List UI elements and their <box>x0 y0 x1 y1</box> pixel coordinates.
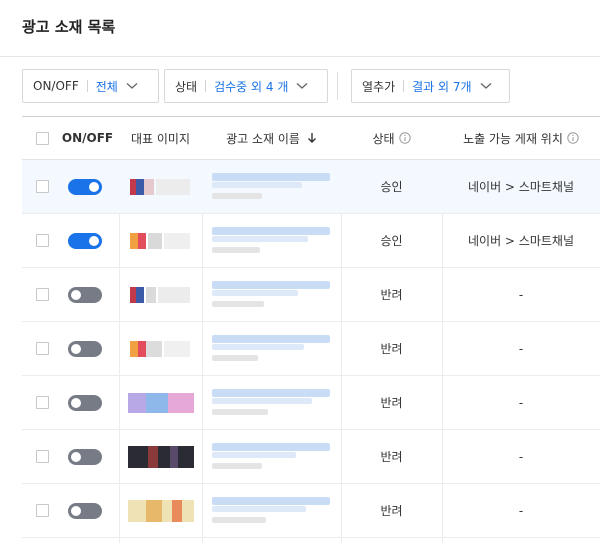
ad-name-cell[interactable] <box>212 173 332 203</box>
placement-cell: - <box>518 287 524 302</box>
status-cell: 반려 <box>380 504 403 518</box>
page-title: 광고 소재 목록 <box>22 18 116 36</box>
toggle-knob <box>71 398 81 408</box>
status-cell: 반려 <box>380 288 403 302</box>
select-all-checkbox[interactable] <box>36 132 49 145</box>
chevron-down-icon <box>126 82 138 90</box>
onoff-toggle[interactable] <box>68 341 102 357</box>
onoff-toggle[interactable] <box>68 179 102 195</box>
header-status-label: 상태 <box>372 131 395 146</box>
ad-thumbnail[interactable] <box>126 500 194 522</box>
onoff-toggle[interactable] <box>68 503 102 519</box>
ad-name-cell[interactable] <box>212 335 332 365</box>
toggle-knob <box>71 344 81 354</box>
table-row[interactable]: 승인 네이버 > 스마트채널 <box>22 214 600 268</box>
row-checkbox[interactable] <box>36 450 49 463</box>
row-checkbox[interactable] <box>36 342 49 355</box>
table-row[interactable]: 승인 네이버 > 스마트채널 <box>22 160 600 214</box>
status-cell: 승인 <box>380 180 403 194</box>
filter-group-divider <box>337 72 338 100</box>
chevron-down-icon <box>296 82 308 90</box>
header-name-sortable[interactable]: 광고 소재 이름 <box>202 117 341 159</box>
filter-value: 검수중 외 4 개 <box>214 79 289 94</box>
onoff-toggle[interactable] <box>68 233 102 249</box>
onoff-toggle[interactable] <box>68 449 102 465</box>
placement-cell: - <box>518 503 524 518</box>
ad-thumbnail[interactable] <box>126 341 194 357</box>
toggle-knob <box>71 506 81 516</box>
info-circle-icon[interactable] <box>567 132 579 144</box>
row-checkbox[interactable] <box>36 234 49 247</box>
toggle-knob <box>89 236 99 246</box>
ad-thumbnail[interactable] <box>126 179 194 195</box>
ad-thumbnail[interactable] <box>126 446 194 468</box>
ad-thumbnail[interactable] <box>126 233 194 249</box>
header-status: 상태 <box>341 117 442 159</box>
ad-creative-table: ON/OFF 대표 이미지 광고 소재 이름 상태 노출 가능 게재 위치 승인… <box>22 116 600 543</box>
table-row[interactable]: 반려 - <box>22 484 600 538</box>
placement-cell: - <box>518 449 524 464</box>
filter-value: 결과 외 7개 <box>412 79 472 94</box>
table-row[interactable]: 반려 - <box>22 376 600 430</box>
placement-cell: - <box>518 395 524 410</box>
filter-status[interactable]: 상태 검수중 외 4 개 <box>164 69 328 103</box>
filter-label: ON/OFF <box>33 79 79 93</box>
filter-divider <box>86 80 88 92</box>
filter-label: 열추가 <box>362 79 396 94</box>
filter-divider <box>403 80 405 92</box>
row-checkbox[interactable] <box>36 396 49 409</box>
onoff-toggle[interactable] <box>68 395 102 411</box>
ad-name-cell[interactable] <box>212 281 332 311</box>
ad-name-cell[interactable] <box>212 497 332 527</box>
arrow-down-icon <box>307 132 317 144</box>
table-row[interactable]: 반려 - <box>22 322 600 376</box>
filter-label: 상태 <box>175 79 198 94</box>
table-row[interactable]: 반려 - <box>22 430 600 484</box>
ad-thumbnail[interactable] <box>126 287 194 303</box>
chevron-down-icon <box>480 82 492 90</box>
filter-divider <box>205 80 207 92</box>
placement-cell: - <box>518 341 524 356</box>
info-circle-icon[interactable] <box>398 132 411 144</box>
table-header: ON/OFF 대표 이미지 광고 소재 이름 상태 노출 가능 게재 위치 <box>22 117 600 160</box>
toggle-knob <box>71 290 81 300</box>
toggle-knob <box>89 182 99 192</box>
ad-name-cell[interactable] <box>212 443 332 473</box>
status-cell: 반려 <box>380 342 403 356</box>
row-checkbox[interactable] <box>36 180 49 193</box>
title-bar: 광고 소재 목록 <box>0 0 600 57</box>
status-cell: 승인 <box>380 234 403 248</box>
ad-thumbnail[interactable] <box>126 393 194 413</box>
row-checkbox[interactable] <box>36 504 49 517</box>
onoff-toggle[interactable] <box>68 287 102 303</box>
status-cell: 반려 <box>380 450 403 464</box>
toggle-knob <box>71 452 81 462</box>
header-name-label: 광고 소재 이름 <box>226 131 300 146</box>
row-checkbox[interactable] <box>36 288 49 301</box>
ad-name-cell[interactable] <box>212 389 332 419</box>
table-row[interactable]: 반려 - <box>22 268 600 322</box>
status-cell: 반려 <box>380 396 403 410</box>
header-placement: 노출 가능 게재 위치 <box>442 117 600 159</box>
placement-cell: 네이버 > 스마트채널 <box>467 180 574 194</box>
filter-add-column[interactable]: 열추가 결과 외 7개 <box>351 69 510 103</box>
header-image: 대표 이미지 <box>130 131 190 146</box>
header-onoff: ON/OFF <box>61 131 114 145</box>
filter-value: 전체 <box>95 79 118 94</box>
header-placement-label: 노출 가능 게재 위치 <box>463 131 563 146</box>
placement-cell: 네이버 > 스마트채널 <box>467 234 574 248</box>
filter-onoff[interactable]: ON/OFF 전체 <box>22 69 159 103</box>
ad-name-cell[interactable] <box>212 227 332 257</box>
